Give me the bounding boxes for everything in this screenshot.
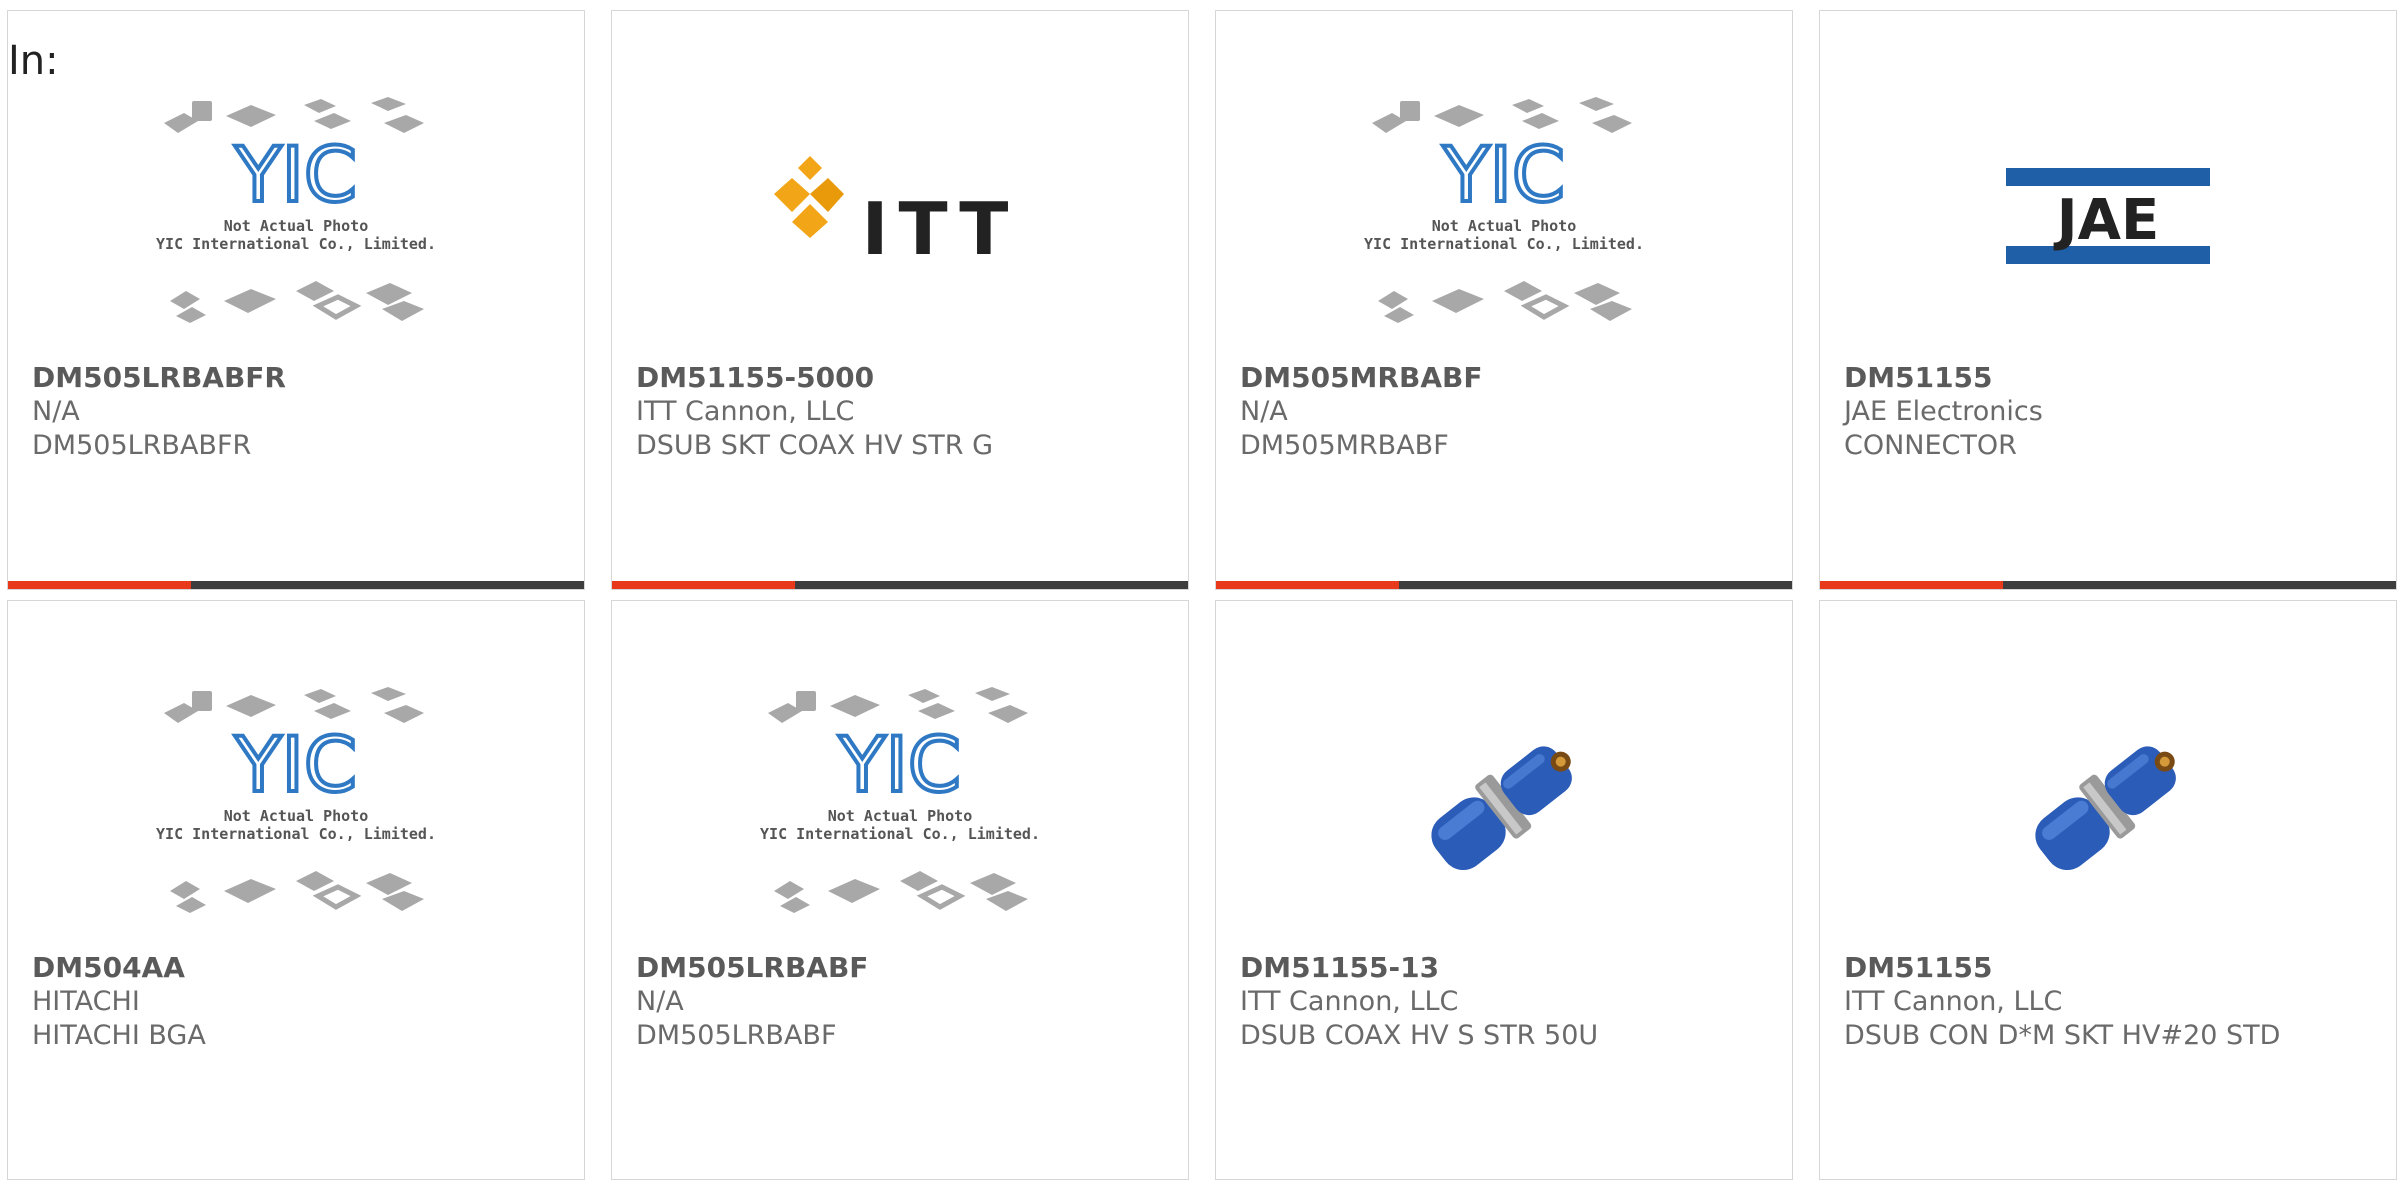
manufacturer: N/A: [32, 396, 80, 427]
description: DSUB CON D*M SKT HV#20 STD: [1844, 1020, 2281, 1051]
product-card[interactable]: ITT DM51155-5000 ITT Cannon, LLC DSUB SK…: [611, 10, 1189, 590]
card-bottom-bar: [1216, 581, 1792, 589]
description: DSUB SKT COAX HV STR G: [636, 430, 994, 461]
card-accent-bar: [612, 581, 795, 589]
product-card[interactable]: YIC Not Actual Photo YIC International C…: [1215, 10, 1793, 590]
svg-text:YIC: YIC: [234, 720, 357, 809]
svg-text:ITT: ITT: [862, 187, 1019, 271]
part-number-link[interactable]: DM505MRBABF: [1240, 361, 1782, 395]
product-card[interactable]: YIC Not Actual Photo YIC International C…: [7, 10, 585, 590]
part-number-link[interactable]: DM505LRBABFR: [32, 361, 574, 395]
card-accent-bar: [1820, 581, 2003, 589]
product-card[interactable]: YIC Not Actual Photo YIC International C…: [611, 600, 1189, 1180]
yic-placeholder-icon: YIC Not Actual Photo YIC International C…: [156, 687, 436, 913]
card-accent-bar: [1216, 581, 1399, 589]
yic-placeholder-image[interactable]: YIC Not Actual Photo YIC International C…: [1216, 81, 1792, 351]
card-bottom-bar: [612, 581, 1188, 589]
manufacturer: ITT Cannon, LLC: [1240, 986, 1459, 1017]
part-number-link[interactable]: DM51155: [1844, 951, 2386, 985]
card-bottom-bar: [8, 581, 584, 589]
yic-placeholder-icon: YIC Not Actual Photo YIC International C…: [760, 687, 1040, 913]
svg-text:JAE: JAE: [2053, 188, 2159, 253]
yic-placeholder-icon: YIC Not Actual Photo YIC International C…: [156, 97, 436, 323]
svg-text:Not Actual Photo: Not Actual Photo: [224, 217, 369, 235]
product-card[interactable]: DM51155-13 ITT Cannon, LLC DSUB COAX HV …: [1215, 600, 1793, 1180]
manufacturer: HITACHI: [32, 986, 140, 1017]
blue-connector-image[interactable]: [1216, 671, 1792, 941]
itt-logo-icon: ITT: [774, 156, 1019, 271]
in-label: In:: [8, 38, 59, 84]
description: DSUB COAX HV S STR 50U: [1240, 1020, 1599, 1051]
card-accent-bar: [8, 581, 191, 589]
svg-text:YIC: YIC: [838, 720, 961, 809]
manufacturer: JAE Electronics: [1844, 396, 2043, 427]
manufacturer: N/A: [1240, 396, 1288, 427]
svg-text:YIC International Co., Limited: YIC International Co., Limited.: [156, 235, 436, 253]
svg-text:Not Actual Photo: Not Actual Photo: [224, 807, 369, 825]
product-card[interactable]: JAE DM51155 JAE Electronics CONNECTOR: [1819, 10, 2397, 590]
svg-text:YIC: YIC: [1442, 130, 1565, 219]
jae-logo-image[interactable]: JAE: [1820, 81, 2396, 351]
blue-connector-icon: [2035, 746, 2176, 871]
yic-placeholder-icon: YIC Not Actual Photo YIC International C…: [1364, 97, 1644, 323]
svg-text:YIC International Co., Limited: YIC International Co., Limited.: [760, 825, 1040, 843]
jae-logo-icon: JAE: [2006, 168, 2210, 264]
manufacturer: ITT Cannon, LLC: [636, 396, 855, 427]
part-number-link[interactable]: DM51155-13: [1240, 951, 1782, 985]
product-card[interactable]: DM51155 ITT Cannon, LLC DSUB CON D*M SKT…: [1819, 600, 2397, 1180]
itt-logo-image[interactable]: ITT: [612, 81, 1188, 351]
part-number-link[interactable]: DM51155: [1844, 361, 2386, 395]
manufacturer: ITT Cannon, LLC: [1844, 986, 2063, 1017]
card-bottom-bar: [1820, 581, 2396, 589]
description: DM505MRBABF: [1240, 430, 1449, 461]
description: DM505LRBABF: [636, 1020, 837, 1051]
yic-placeholder-image[interactable]: YIC Not Actual Photo YIC International C…: [612, 671, 1188, 941]
description: DM505LRBABFR: [32, 430, 252, 461]
svg-text:YIC International Co., Limited: YIC International Co., Limited.: [1364, 235, 1644, 253]
manufacturer: N/A: [636, 986, 684, 1017]
svg-text:YIC: YIC: [234, 130, 357, 219]
blue-connector-image[interactable]: [1820, 671, 2396, 941]
svg-text:Not Actual Photo: Not Actual Photo: [1432, 217, 1577, 235]
yic-placeholder-image[interactable]: YIC Not Actual Photo YIC International C…: [8, 671, 584, 941]
product-card[interactable]: YIC Not Actual Photo YIC International C…: [7, 600, 585, 1180]
part-number-link[interactable]: DM51155-5000: [636, 361, 1178, 395]
description: HITACHI BGA: [32, 1020, 206, 1051]
part-number-link[interactable]: DM505LRBABF: [636, 951, 1178, 985]
description: CONNECTOR: [1844, 430, 2017, 461]
part-number-link[interactable]: DM504AA: [32, 951, 574, 985]
svg-text:YIC International Co., Limited: YIC International Co., Limited.: [156, 825, 436, 843]
yic-placeholder-image[interactable]: YIC Not Actual Photo YIC International C…: [8, 81, 584, 351]
blue-connector-icon: [1431, 746, 1572, 871]
svg-text:Not Actual Photo: Not Actual Photo: [828, 807, 973, 825]
